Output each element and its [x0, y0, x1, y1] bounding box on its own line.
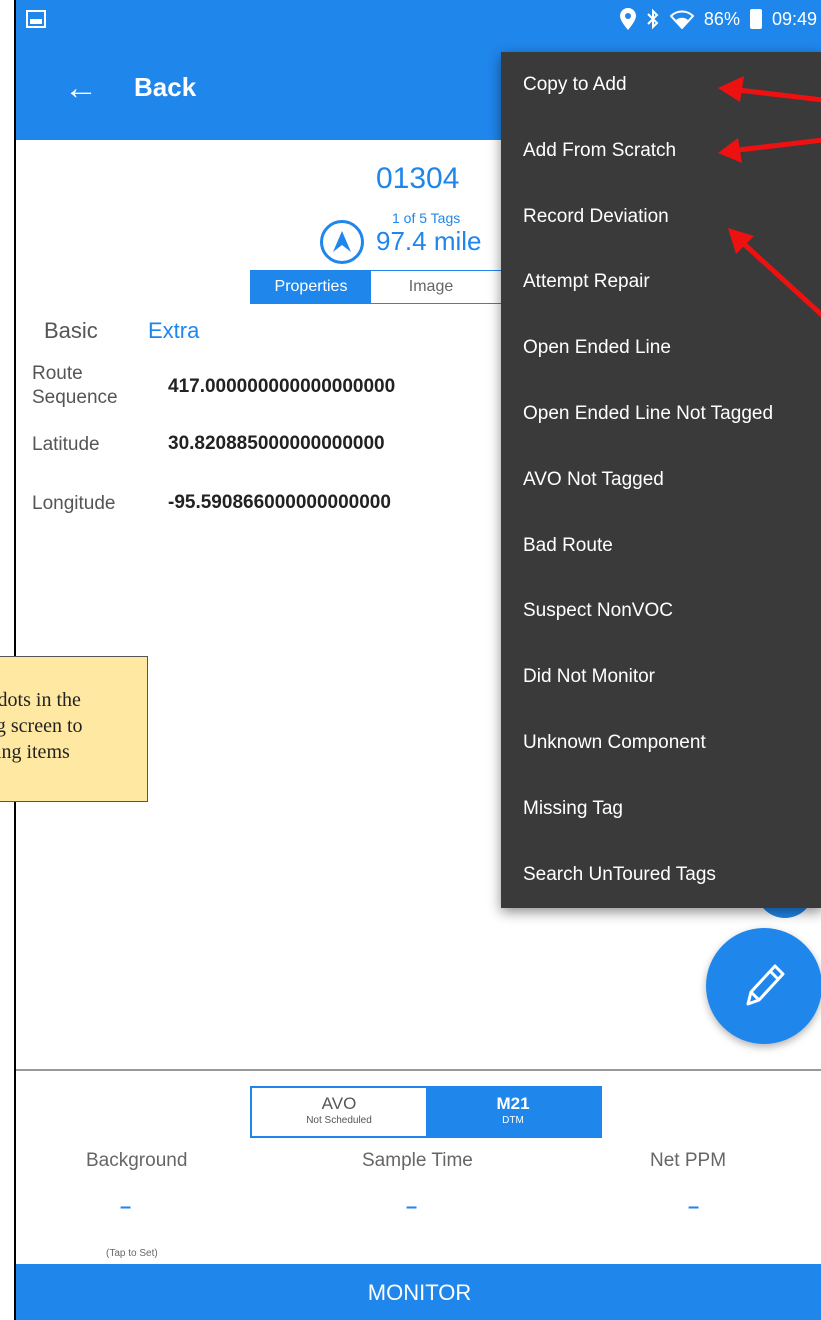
callout-line: l dots in the: [0, 689, 81, 711]
menu-item-open-ended-line[interactable]: Open Ended Line: [501, 315, 821, 381]
property-value-latitude: 30.820885000000000000: [168, 433, 385, 454]
tab-extra[interactable]: Extra: [148, 318, 199, 344]
tag-id: 01304: [376, 162, 460, 195]
menu-item-avo-not-tagged[interactable]: AVO Not Tagged: [501, 447, 821, 513]
section-divider: [16, 1069, 821, 1071]
edit-fab-button[interactable]: [706, 928, 821, 1044]
image-notification-icon: [26, 10, 46, 28]
mode-avo[interactable]: AVO Not Scheduled: [252, 1088, 426, 1136]
mode-m21[interactable]: M21 DTM: [426, 1088, 600, 1136]
menu-item-attempt-repair[interactable]: Attempt Repair: [501, 249, 821, 315]
annotation-callout: l dots in the ag screen to ing items”: [0, 656, 148, 802]
monitor-button[interactable]: MONITOR: [16, 1264, 821, 1320]
navigate-icon[interactable]: [320, 220, 364, 264]
clock: 09:49: [771, 8, 817, 29]
menu-item-missing-tag[interactable]: Missing Tag: [501, 776, 821, 842]
menu-item-unknown-component[interactable]: Unknown Component: [501, 710, 821, 776]
overflow-menu: Copy to Add Add From Scratch Record Devi…: [501, 52, 821, 908]
sample-time-label: Sample Time: [362, 1150, 473, 1171]
mode-m21-subtitle: DTM: [502, 1115, 524, 1126]
net-ppm-value: –: [688, 1196, 700, 1218]
tag-count: 1 of 5 Tags: [392, 210, 461, 226]
battery-icon: [749, 9, 762, 29]
background-value[interactable]: –: [120, 1196, 131, 1219]
property-label-line: Sequence: [32, 387, 118, 408]
sample-time-value: –: [406, 1196, 418, 1218]
back-button[interactable]: Back: [134, 72, 196, 103]
menu-item-add-from-scratch[interactable]: Add From Scratch: [501, 118, 821, 184]
property-label-longitude: Longitude: [32, 493, 116, 514]
back-arrow-icon[interactable]: ←: [64, 68, 98, 108]
wifi-icon: [669, 10, 694, 29]
mode-avo-title: AVO: [321, 1094, 357, 1113]
mode-avo-subtitle: Not Scheduled: [306, 1115, 372, 1126]
property-value-route-sequence: 417.000000000000000000: [168, 376, 396, 397]
net-ppm-label: Net PPM: [650, 1150, 727, 1171]
menu-item-search-untoured-tags[interactable]: Search UnToured Tags: [501, 842, 821, 908]
callout-line: ing items”: [0, 741, 70, 763]
bluetooth-icon: [647, 8, 659, 30]
property-value-longitude: -95.590866000000000000: [168, 492, 391, 513]
property-label-line: Route: [32, 363, 83, 384]
property-label-route-sequence: Route Sequence: [32, 362, 118, 410]
background-tap-hint: (Tap to Set): [106, 1248, 158, 1259]
monitor-mode-toggle: AVO Not Scheduled M21 DTM: [250, 1086, 602, 1138]
menu-item-bad-route[interactable]: Bad Route: [501, 513, 821, 579]
tab-properties[interactable]: Properties: [251, 271, 371, 303]
distance-readout: 97.4 mile: [376, 226, 482, 256]
status-icons: 86% 09:49: [619, 8, 817, 30]
background-label: Background: [86, 1150, 188, 1171]
status-bar: 86% 09:49: [16, 0, 821, 40]
callout-line: ag screen to: [0, 715, 83, 737]
tab-basic[interactable]: Basic: [44, 318, 98, 344]
menu-item-suspect-nonvoc[interactable]: Suspect NonVOC: [501, 578, 821, 644]
location-icon: [619, 8, 636, 30]
mode-m21-title: M21: [496, 1094, 530, 1113]
pencil-icon: [746, 964, 785, 1006]
menu-item-open-ended-line-not-tagged[interactable]: Open Ended Line Not Tagged: [501, 381, 821, 447]
battery-percent: 86%: [703, 8, 740, 29]
menu-item-did-not-monitor[interactable]: Did Not Monitor: [501, 644, 821, 710]
menu-item-record-deviation[interactable]: Record Deviation: [501, 184, 821, 250]
tab-image[interactable]: Image: [371, 271, 491, 303]
menu-item-copy-to-add[interactable]: Copy to Add: [501, 52, 821, 118]
property-label-latitude: Latitude: [32, 434, 100, 455]
